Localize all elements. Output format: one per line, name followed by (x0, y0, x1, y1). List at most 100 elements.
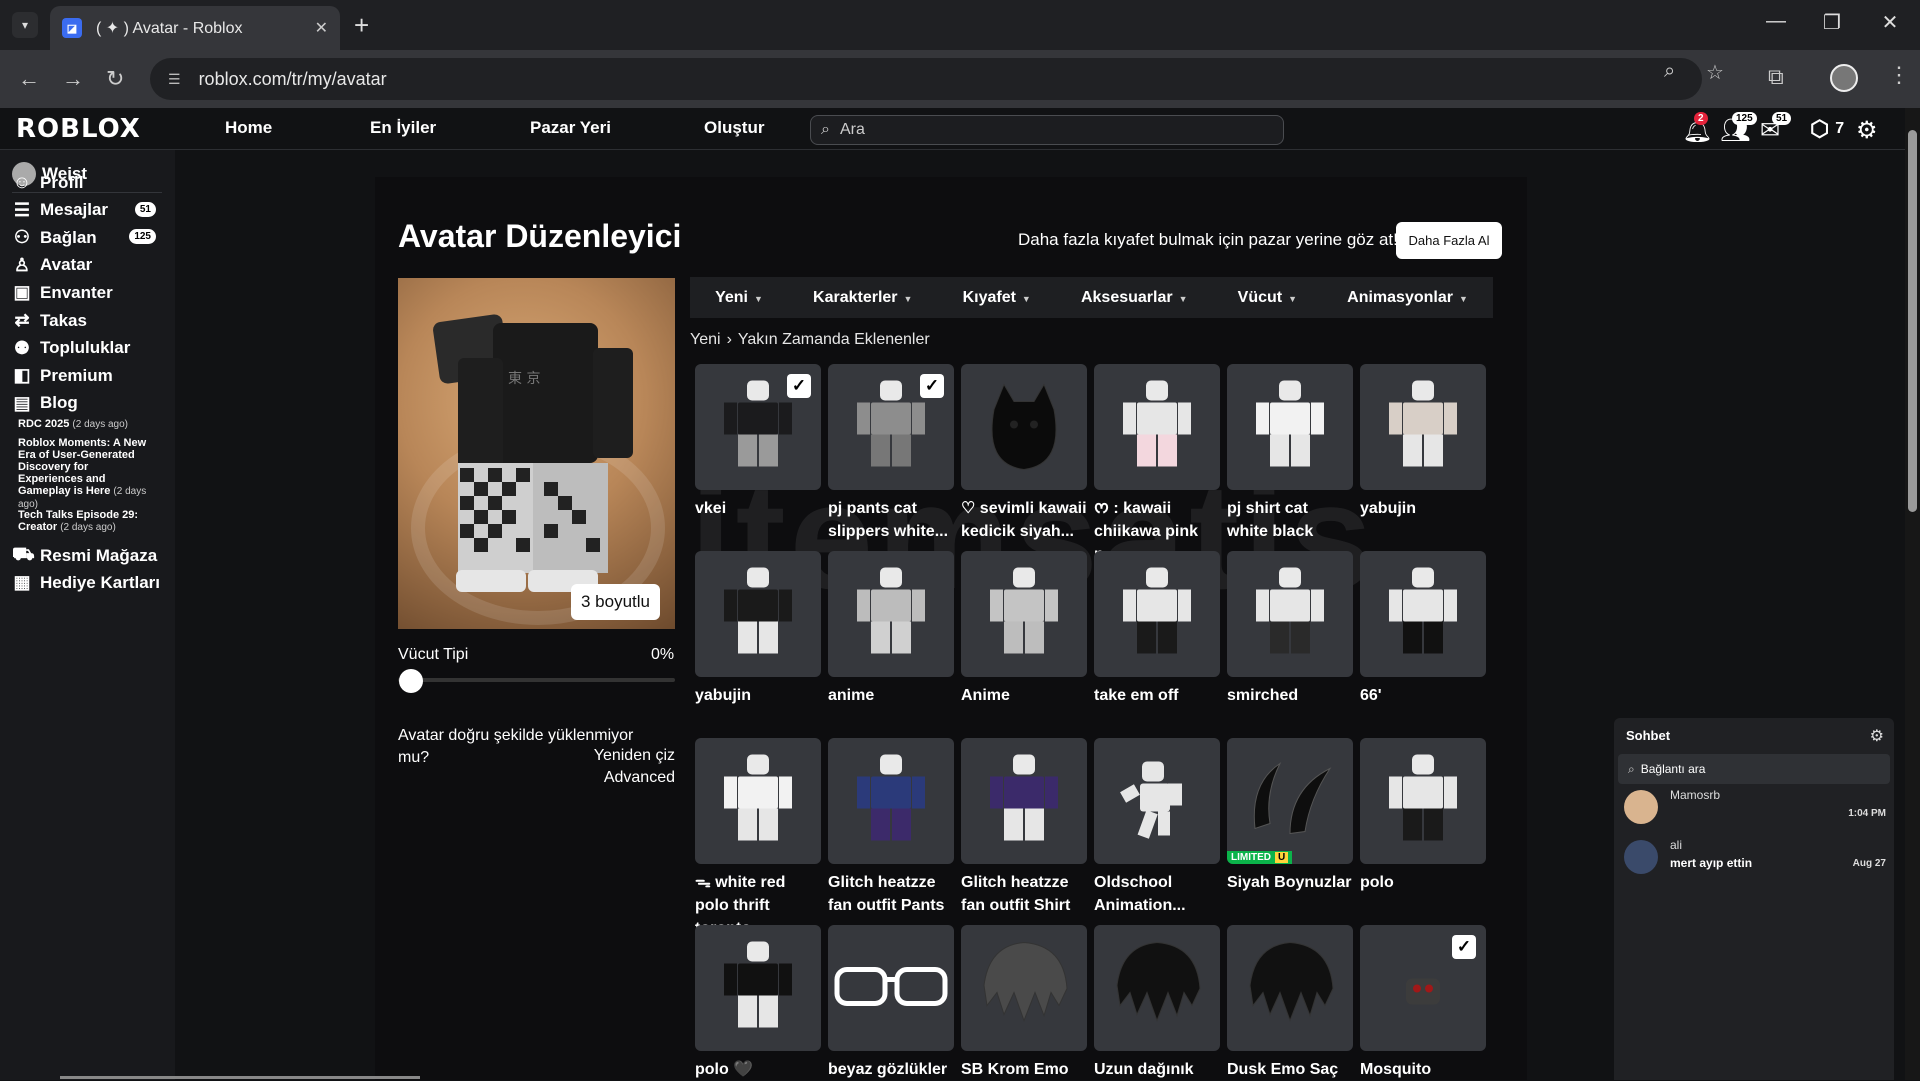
item-card[interactable] (828, 925, 954, 1051)
sidebar-item-person[interactable]: ☺ Profil (12, 172, 162, 193)
item-name[interactable]: 66' (1360, 684, 1486, 707)
item-name[interactable]: beyaz gözlükler (828, 1058, 954, 1081)
sidebar-item-inventory[interactable]: ▣ Envanter (12, 282, 162, 303)
item-card[interactable] (961, 551, 1087, 677)
back-icon[interactable]: ← (18, 66, 40, 92)
tab-category[interactable]: Yeni ▼ (715, 289, 763, 307)
item-name[interactable]: ♡ sevimli kawaii kedicik siyah... (961, 497, 1087, 543)
nav-marketplace[interactable]: Pazar Yeri (530, 118, 611, 138)
item-card[interactable] (695, 738, 821, 864)
search-input[interactable]: ⌕ Ara (810, 115, 1284, 145)
avatar-preview[interactable]: 東 京 (398, 278, 675, 629)
sidebar-item-gift-card[interactable]: ▦ Hediye Kartları (12, 572, 162, 593)
close-window-button[interactable]: ✕ (1870, 10, 1910, 35)
advanced-link[interactable]: Advanced (576, 769, 675, 787)
item-card[interactable] (695, 551, 821, 677)
item-name[interactable]: Oldschool Animation... (1094, 871, 1220, 917)
redraw-link[interactable]: Yeniden çiz (576, 747, 675, 765)
tab-category[interactable]: Kıyafet ▼ (963, 289, 1031, 307)
sidebar-item-premium[interactable]: ◧ Premium (12, 365, 162, 386)
scrollbar-thumb[interactable] (1908, 130, 1917, 512)
tab-category[interactable]: Karakterler ▼ (813, 289, 912, 307)
reload-icon[interactable]: ↻ (106, 66, 124, 92)
item-card[interactable] (828, 551, 954, 677)
blog-post-link[interactable]: RDC 2025 (2 days ago) (18, 418, 148, 431)
item-card[interactable] (961, 925, 1087, 1051)
item-name[interactable]: polo (1360, 871, 1486, 894)
item-name[interactable]: vkei (695, 497, 821, 520)
page-scrollbar[interactable] (1905, 108, 1920, 1080)
item-name[interactable]: polo 🖤 (695, 1058, 821, 1081)
nav-create[interactable]: Oluştur (704, 118, 764, 138)
item-card[interactable] (961, 364, 1087, 490)
item-card[interactable] (828, 738, 954, 864)
browser-menu-icon[interactable]: ⋮ (1888, 62, 1910, 88)
sidebar-item-trade[interactable]: ⇄ Takas (12, 310, 162, 331)
profile-avatar[interactable] (1830, 64, 1858, 92)
item-card[interactable] (961, 738, 1087, 864)
view-3d-button[interactable]: 3 boyutlu (571, 584, 660, 620)
messages-icon[interactable]: ✉︎ 51 (1760, 112, 1792, 145)
browser-tab[interactable]: ◪ ( ✦ ) Avatar - Roblox ✕ (50, 6, 340, 50)
item-name[interactable]: Mosquito (1360, 1058, 1486, 1081)
sidebar-item-messages[interactable]: ☰ Mesajlar 51 (12, 200, 162, 221)
chat-search-input[interactable]: ⌕ Bağlantı ara (1618, 754, 1890, 784)
settings-gear-icon[interactable]: ⚙︎ (1856, 116, 1878, 145)
item-card[interactable]: ✓ (828, 364, 954, 490)
sidebar-item-blog[interactable]: ▤ Blog (12, 393, 162, 414)
site-settings-icon[interactable]: ☰ (168, 71, 181, 88)
chat-conversation[interactable]: ali mert ayıp ettin Aug 27 (1624, 836, 1886, 882)
body-type-slider-knob[interactable] (399, 669, 423, 693)
restore-button[interactable]: ❐ (1812, 10, 1852, 35)
tab-category[interactable]: Animasyonlar ▼ (1347, 289, 1468, 307)
item-card[interactable] (1094, 551, 1220, 677)
bookmark-star-icon[interactable]: ☆ (1706, 60, 1724, 85)
item-card[interactable] (1094, 925, 1220, 1051)
forward-icon[interactable]: → (62, 66, 84, 92)
checkmark-icon[interactable]: ✓ (787, 374, 811, 398)
zoom-icon[interactable]: ⌕ (1664, 60, 1675, 83)
item-card[interactable] (1360, 738, 1486, 864)
item-name[interactable]: Uzun dağınık (1094, 1058, 1220, 1081)
sidebar-item-avatar[interactable]: ♙ Avatar (12, 255, 162, 276)
item-name[interactable]: Dusk Emo Saç (1227, 1058, 1353, 1081)
new-tab-button[interactable]: + (354, 10, 369, 41)
item-name[interactable]: Glitch heatzze fan outfit Shirt (961, 871, 1087, 917)
checkmark-icon[interactable]: ✓ (920, 374, 944, 398)
item-name[interactable]: smirched (1227, 684, 1353, 707)
item-name[interactable]: yabujin (1360, 497, 1486, 520)
get-more-button[interactable]: Daha Fazla Al (1396, 222, 1502, 259)
tab-close-icon[interactable]: ✕ (315, 18, 328, 38)
blog-post-link[interactable]: Tech Talks Episode 29: Creator (2 days a… (18, 509, 148, 534)
sidebar-item-groups[interactable]: ⚉ Topluluklar (12, 338, 162, 359)
notifications-icon[interactable]: 🔔︎ 2 (1682, 112, 1712, 145)
item-name[interactable]: SB Krom Emo (961, 1058, 1087, 1081)
robux-balance[interactable]: ⬡ 7 (1810, 116, 1844, 142)
roblox-logo[interactable]: ROBLOX (16, 114, 141, 144)
item-name[interactable]: pj shirt cat white black (1227, 497, 1353, 543)
blog-post-link[interactable]: Roblox Moments: A New Era of User-Genera… (18, 437, 148, 511)
item-card[interactable] (695, 925, 821, 1051)
item-card[interactable]: ✓ (695, 364, 821, 490)
item-card[interactable] (1094, 364, 1220, 490)
friends-icon[interactable]: 👥︎ 125 (1720, 112, 1757, 145)
checkmark-icon[interactable]: ✓ (1452, 935, 1476, 959)
chat-settings-icon[interactable]: ⚙︎ (1870, 726, 1884, 746)
item-name[interactable]: Siyah Boynuzlar (1227, 871, 1353, 894)
item-name[interactable]: Glitch heatzze fan outfit Pants (828, 871, 954, 917)
tab-category[interactable]: Aksesuarlar ▼ (1081, 289, 1188, 307)
item-name[interactable]: anime (828, 684, 954, 707)
item-card[interactable] (1094, 738, 1220, 864)
item-card[interactable]: ✓ (1360, 925, 1486, 1051)
item-card[interactable] (1227, 551, 1353, 677)
item-card[interactable] (1227, 364, 1353, 490)
item-card[interactable] (1227, 925, 1353, 1051)
chat-title[interactable]: Sohbet (1626, 728, 1670, 743)
extensions-icon[interactable]: ⧉ (1768, 64, 1784, 90)
item-name[interactable]: Anime (961, 684, 1087, 707)
nav-charts[interactable]: En İyiler (370, 118, 436, 138)
item-name[interactable]: pj pants cat slippers white... (828, 497, 954, 543)
sidebar-item-friends[interactable]: ⚇ Bağlan 125 (12, 227, 162, 248)
body-type-slider[interactable] (398, 678, 675, 682)
item-card[interactable] (1360, 364, 1486, 490)
